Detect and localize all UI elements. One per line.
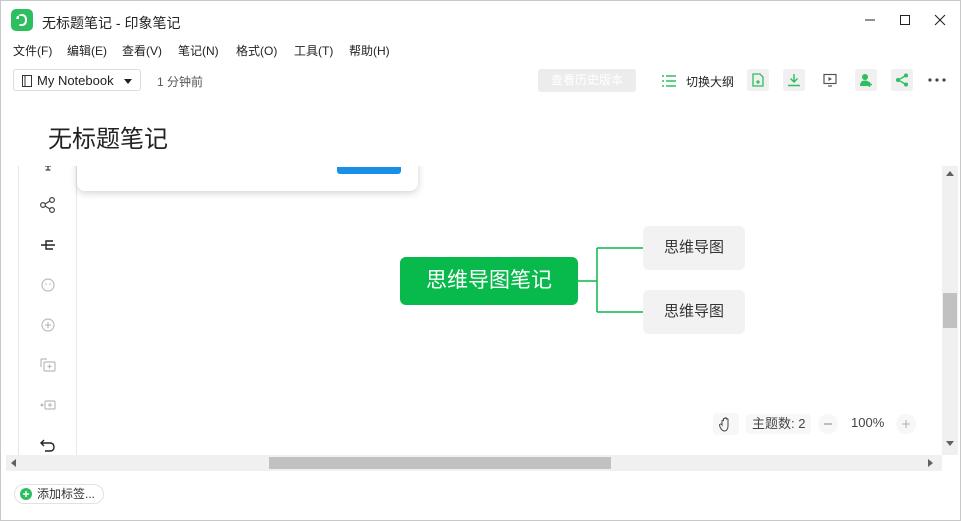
scroll-left-icon[interactable] (11, 459, 16, 467)
notebook-icon (22, 75, 32, 87)
add-tag-icon (20, 488, 32, 500)
note-toolbar: My Notebook 1 分钟前 查看历史版本 切换大纲 (1, 65, 960, 95)
horizontal-scrollbar[interactable] (6, 455, 942, 471)
mindmap-root-node[interactable]: 思维导图笔记 (400, 257, 578, 305)
download-icon[interactable] (783, 69, 805, 91)
menu-bar: 文件(F) 编辑(E) 查看(V) 笔记(N) 格式(O) 工具(T) 帮助(H… (1, 39, 960, 61)
zoom-level: 100% (851, 415, 885, 430)
mindmap-child-node[interactable]: 思维导图 (643, 226, 745, 270)
history-button[interactable]: 查看历史版本 (538, 69, 636, 92)
add-tag-button[interactable]: 添加标签... (14, 484, 105, 504)
topic-count: 主题数: 2 (746, 414, 812, 434)
menu-help[interactable]: 帮助(H) (349, 42, 390, 59)
scroll-right-icon[interactable] (928, 459, 933, 467)
hand-tool-icon[interactable] (713, 413, 739, 435)
outline-list-icon (662, 75, 676, 87)
maximize-icon[interactable] (894, 9, 916, 31)
menu-file[interactable]: 文件(F) (13, 42, 52, 59)
share-note-icon[interactable] (747, 69, 769, 91)
menu-note[interactable]: 笔记(N) (178, 42, 219, 59)
more-icon[interactable] (928, 78, 946, 82)
notebook-selector[interactable]: My Notebook (13, 69, 141, 91)
mindmap-editor[interactable]: 思维导图笔记 思维导图 思维导图 主题数: 2 100% (18, 166, 942, 455)
outline-toggle-label: 切换大纲 (686, 75, 735, 89)
scroll-down-icon[interactable] (946, 441, 954, 446)
zoom-in-icon[interactable] (896, 414, 916, 434)
last-edited-time: 1 分钟前 (157, 75, 204, 89)
zoom-out-icon[interactable] (818, 414, 838, 434)
add-collaborator-icon[interactable] (855, 69, 877, 91)
minimize-icon[interactable] (859, 9, 881, 31)
mindmap-child-node[interactable]: 思维导图 (643, 290, 745, 334)
app-window: 无标题笔记 - 印象笔记 文件(F) 编辑(E) 查看(V) 笔记(N) 格式(… (0, 0, 961, 521)
horizontal-scroll-thumb[interactable] (269, 457, 611, 469)
notebook-label: My Notebook (37, 73, 114, 88)
vertical-scroll-thumb[interactable] (943, 293, 957, 328)
present-icon[interactable] (819, 69, 841, 91)
share-icon[interactable] (891, 69, 913, 91)
mindmap-connectors (578, 247, 643, 313)
chevron-down-icon (124, 79, 132, 84)
vertical-scrollbar[interactable] (942, 166, 958, 455)
evernote-logo-icon (11, 9, 33, 31)
menu-format[interactable]: 格式(O) (236, 42, 277, 59)
window-title: 无标题笔记 - 印象笔记 (42, 15, 181, 31)
title-bar: 无标题笔记 - 印象笔记 (1, 1, 960, 39)
outline-toggle-button[interactable]: 切换大纲 (658, 69, 738, 92)
menu-edit[interactable]: 编辑(E) (67, 42, 107, 59)
menu-view[interactable]: 查看(V) (122, 42, 162, 59)
menu-tools[interactable]: 工具(T) (294, 42, 333, 59)
add-tag-label: 添加标签... (37, 487, 96, 501)
close-icon[interactable] (929, 9, 951, 31)
note-title[interactable]: 无标题笔记 (48, 119, 168, 154)
scroll-up-icon[interactable] (946, 171, 954, 176)
